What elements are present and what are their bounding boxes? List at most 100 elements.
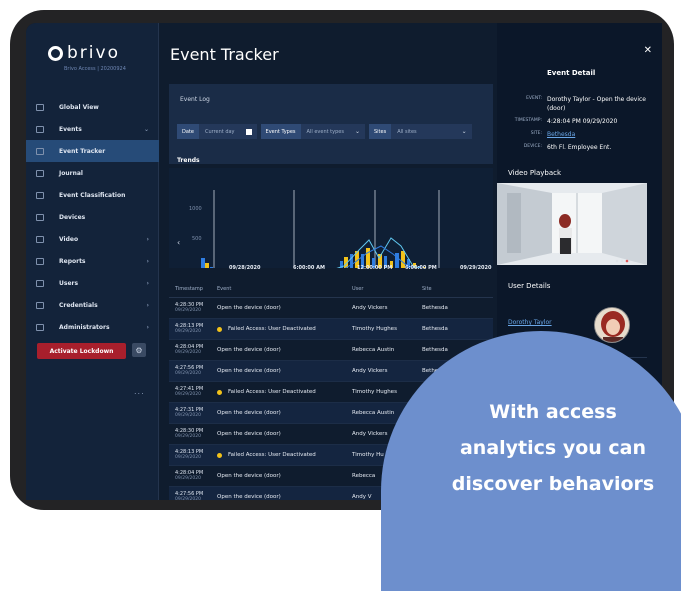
cell-timestamp: 4:28:30 PM 09/29/2020 xyxy=(169,428,217,440)
cell-timestamp: 4:27:31 PM 09/29/2020 xyxy=(169,407,217,419)
detail-site-row: SITE: Bethesda xyxy=(497,130,662,139)
col-header-event[interactable]: Event xyxy=(217,286,352,292)
col-header-timestamp[interactable]: Timestamp xyxy=(169,286,217,292)
avatar xyxy=(594,307,630,343)
sidebar-item-journal[interactable]: Journal xyxy=(26,162,159,184)
cell-timestamp: 4:28:30 PM 09/29/2020 xyxy=(169,302,217,314)
sites-filter[interactable]: Sites All sites ⌄ xyxy=(368,124,472,139)
y-tick-label: 500 xyxy=(192,236,202,242)
cell-timestamp: 4:27:41 PM 09/29/2020 xyxy=(169,386,217,398)
chevron-right-icon: › xyxy=(146,235,149,243)
cell-event-text: Failed Access: User Deactivated xyxy=(228,389,316,395)
warning-icon xyxy=(217,452,222,458)
detail-event-value: Dorothy Taylor - Open the device (door) xyxy=(547,96,646,112)
table-row[interactable]: 4:28:30 PM 09/29/2020 Open the device (doo… xyxy=(169,298,493,319)
sidebar-item-devices[interactable]: Devices xyxy=(26,206,159,228)
col-header-user[interactable]: User xyxy=(352,286,422,292)
table-row[interactable]: 4:28:13 PM 09/29/2020 Failed Access: User … xyxy=(169,319,493,340)
events-icon xyxy=(36,125,44,133)
trends-label: Trends xyxy=(177,157,200,164)
gear-icon[interactable]: ⚙ xyxy=(132,343,146,357)
warning-icon xyxy=(217,389,222,395)
chart-bar xyxy=(205,263,209,268)
cell-timestamp: 4:28:13 PM 09/29/2020 xyxy=(169,449,217,461)
cell-timestamp: 4:28:04 PM 09/29/2020 xyxy=(169,344,217,356)
event-types-filter[interactable]: Event Types All event types ⌄ xyxy=(260,124,365,139)
cell-timestamp: 4:27:56 PM 09/29/2020 xyxy=(169,365,217,377)
user-name-link[interactable]: Dorothy Taylor xyxy=(508,319,552,326)
sidebar-item-reports[interactable]: Reports › xyxy=(26,250,159,272)
sidebar-item-users[interactable]: Users › xyxy=(26,272,159,294)
logo-ring-icon xyxy=(48,45,63,61)
cell-user: Andy Vickers xyxy=(352,368,388,374)
cell-event-text: Failed Access: User Deactivated xyxy=(228,326,316,332)
promo-text: With access analytics you can discover b… xyxy=(423,394,681,502)
col-header-site[interactable]: Site xyxy=(422,286,482,292)
cell-event: Open the device (door) xyxy=(217,431,352,437)
sidebar-item-global-view[interactable]: Global View xyxy=(26,96,159,118)
chevron-right-icon: › xyxy=(146,301,149,309)
sidebar-item-video[interactable]: Video › xyxy=(26,228,159,250)
chevron-down-icon: ⌄ xyxy=(354,128,360,135)
credentials-icon xyxy=(36,301,44,309)
admin-icon xyxy=(36,323,44,331)
reports-icon xyxy=(36,257,44,265)
sites-label: Sites xyxy=(368,124,392,139)
globe-icon xyxy=(36,103,44,111)
sidebar-item-event-tracker[interactable]: Event Tracker xyxy=(26,140,159,162)
user-details-title: User Details xyxy=(508,282,551,290)
cell-event-text: Open the device (door) xyxy=(217,431,281,437)
chart-bar xyxy=(201,258,205,268)
promo-line: discover behaviors xyxy=(451,473,655,495)
warning-icon xyxy=(217,326,222,332)
cell-site: Bethesda xyxy=(422,305,448,311)
table-row[interactable]: 4:28:04 PM 09/29/2020 Open the device (doo… xyxy=(169,340,493,361)
chart-prev-icon[interactable]: ‹ xyxy=(177,238,180,247)
tracker-icon xyxy=(36,147,44,155)
cell-event: Failed Access: User Deactivated xyxy=(217,326,352,332)
cell-date: 09/29/2020 xyxy=(175,476,201,481)
cell-event-text: Failed Access: User Deactivated xyxy=(228,452,316,458)
detail-fields: EVENT: Dorothy Taylor - Open the device (… xyxy=(497,95,662,156)
cell-event: Open the device (door) xyxy=(217,410,352,416)
cell-event-text: Open the device (door) xyxy=(217,494,281,500)
chart-bar xyxy=(350,254,353,268)
cell-user: Timothy Hughes xyxy=(352,326,397,332)
chart-bar xyxy=(395,253,399,268)
chevron-right-icon: › xyxy=(146,279,149,287)
calendar-icon[interactable] xyxy=(245,128,252,135)
detail-event-row: EVENT: Dorothy Taylor - Open the device (… xyxy=(497,95,662,113)
cell-date: 09/29/2020 xyxy=(175,455,201,460)
sidebar-item-event-classification[interactable]: Event Classification xyxy=(26,184,159,206)
video-playback-title: Video Playback xyxy=(508,169,562,177)
detail-site-link[interactable]: Bethesda xyxy=(547,130,655,139)
more-icon[interactable]: ... xyxy=(134,387,145,396)
devices-icon xyxy=(36,213,44,221)
cell-date: 09/29/2020 xyxy=(175,434,201,439)
video-player[interactable] xyxy=(497,183,647,265)
chevron-right-icon: › xyxy=(146,323,149,331)
brand-subtitle: Brivo Access | 20200924 xyxy=(64,66,126,72)
cell-event-text: Open the device (door) xyxy=(217,410,281,416)
activate-lockdown-button[interactable]: Activate Lockdown xyxy=(37,343,126,359)
users-icon xyxy=(36,279,44,287)
field-label: EVENT: xyxy=(526,96,542,101)
cell-date: 09/29/2020 xyxy=(175,308,201,313)
sidebar-item-label: Global View xyxy=(59,103,99,111)
filter-bar: Date Current day Event Types All event t… xyxy=(177,124,472,139)
sidebar-item-label: Event Tracker xyxy=(59,147,106,155)
close-icon[interactable]: ✕ xyxy=(644,45,652,56)
cell-event-text: Open the device (door) xyxy=(217,305,281,311)
cell-user: Timothy Hughes xyxy=(352,389,397,395)
detail-timestamp-row: TIMESTAMP: 4:28:04 PM 09/29/2020 xyxy=(497,117,662,126)
sidebar-item-events[interactable]: Events ⌄ xyxy=(26,118,159,140)
trends-chart-svg: 1000 500 0 ‹ xyxy=(177,190,440,268)
date-filter[interactable]: Date Current day xyxy=(177,124,257,139)
sidebar-item-administrators[interactable]: Administrators › xyxy=(26,316,159,338)
trends-chart: 1000 500 0 ‹ xyxy=(169,168,493,268)
x-axis: 09/28/2020 6:00:00 AM 12:00:00 PM 6:00:0… xyxy=(169,265,493,278)
sidebar-item-credentials[interactable]: Credentials › xyxy=(26,294,159,316)
cell-event: Open the device (door) xyxy=(217,473,352,479)
cell-event: Failed Access: User Deactivated xyxy=(217,389,352,395)
x-tick-label: 6:00:00 PM xyxy=(405,265,437,271)
